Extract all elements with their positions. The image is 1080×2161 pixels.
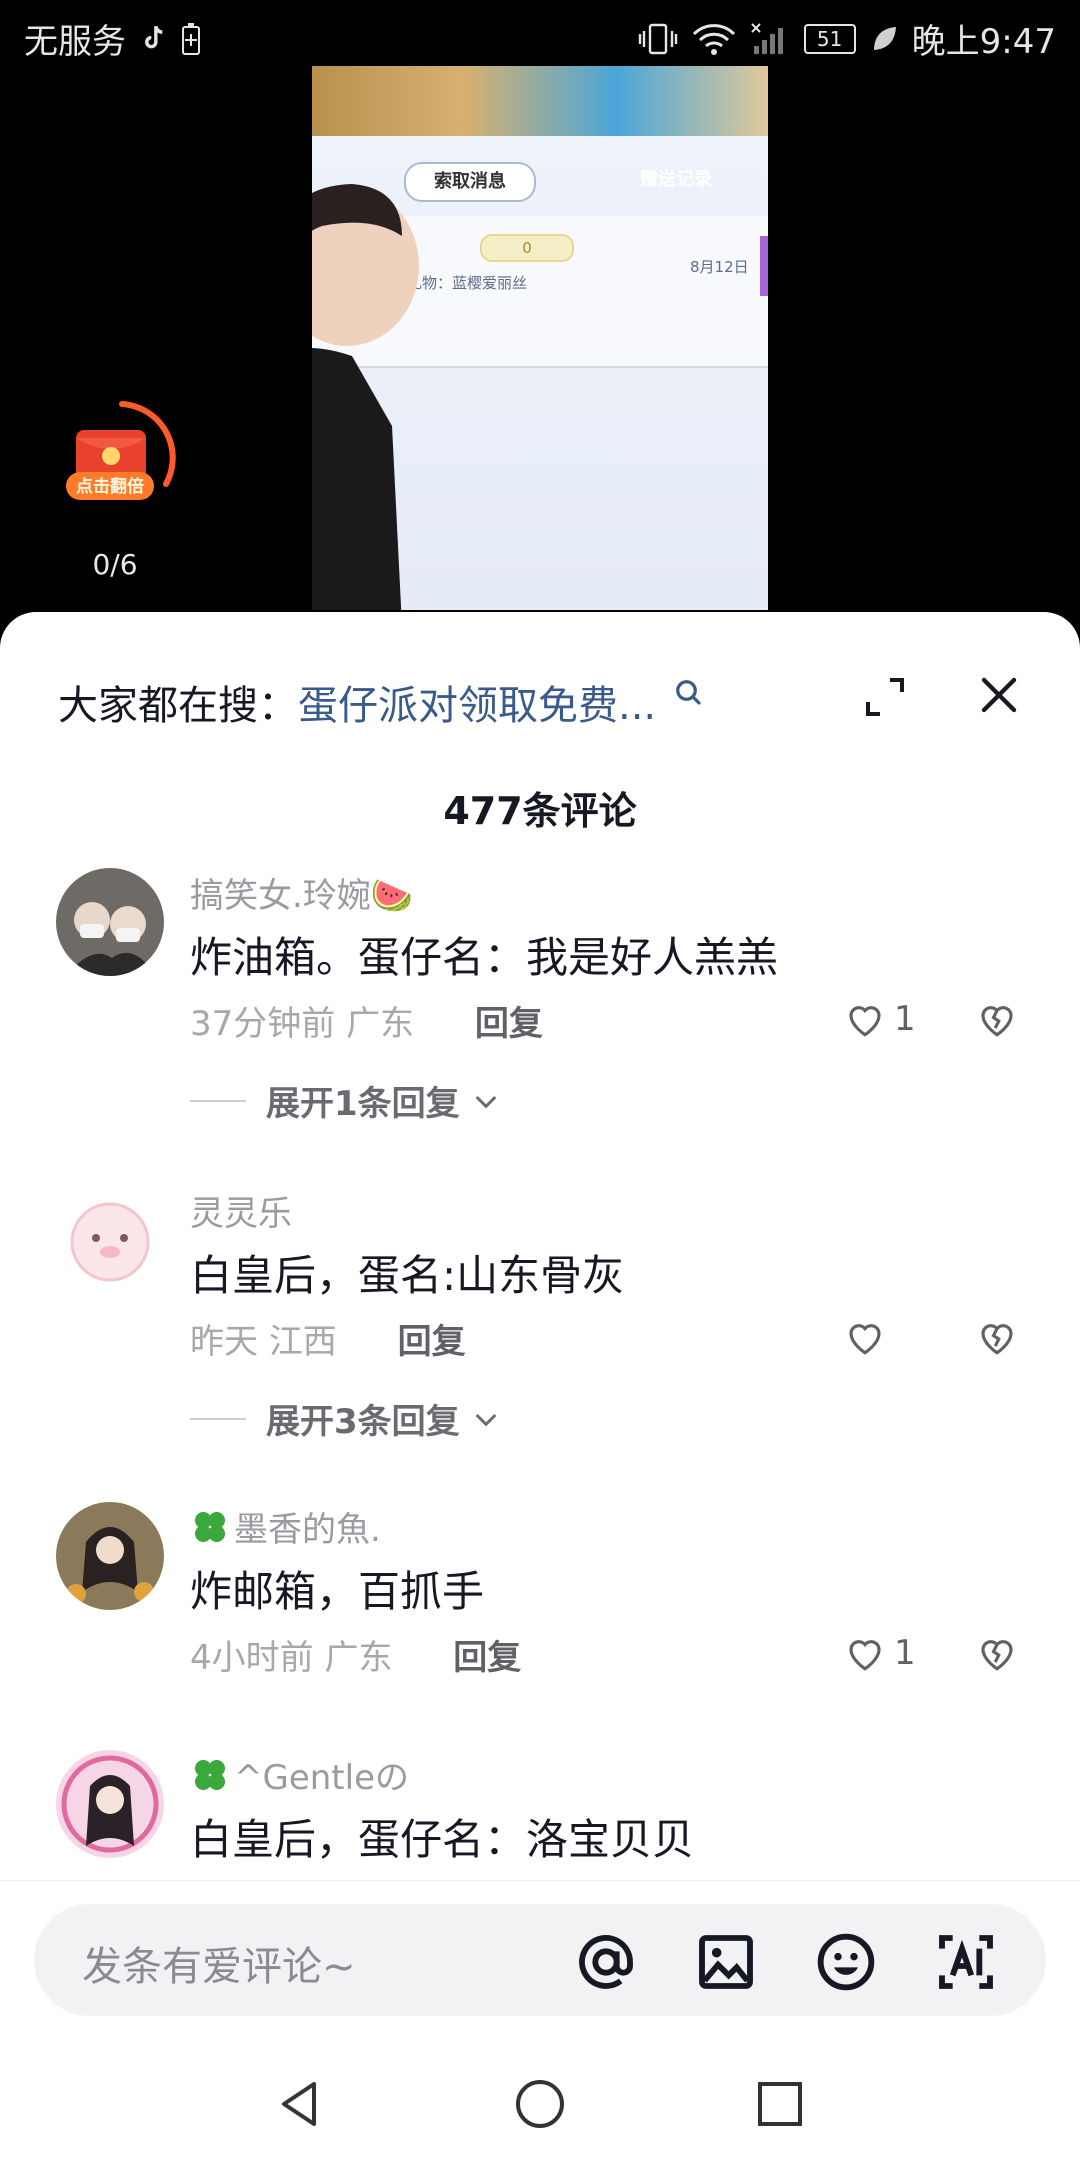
battery-icon: 51	[803, 23, 856, 54]
close-icon[interactable]	[976, 672, 1022, 718]
video-tab-active: 索取消息	[404, 162, 536, 202]
video-coin-pill: 0	[480, 234, 574, 262]
comment-time: 37分钟前	[190, 1004, 336, 1044]
comment-input-placeholder: 发条有爱评论~	[82, 1944, 356, 1990]
comment-text[interactable]: 炸邮箱，百抓手	[190, 1558, 484, 1619]
avatar[interactable]	[56, 1750, 164, 1858]
reply-button[interactable]: 回复	[453, 1638, 521, 1678]
reply-button[interactable]: 回复	[398, 1322, 466, 1362]
at-icon[interactable]	[574, 1930, 638, 1994]
carrier-text: 无服务	[24, 22, 126, 62]
chevron-down-icon	[475, 1413, 497, 1426]
clover-icon	[195, 1760, 225, 1790]
like-button[interactable]: 1	[844, 998, 916, 1040]
battery-saver-icon	[182, 22, 200, 55]
comment-time: 昨天	[190, 1322, 258, 1362]
comment-meta: 37分钟前 广东 回复	[190, 996, 543, 1045]
comment-username[interactable]: ^Gentleの	[190, 1750, 409, 1799]
comment-text[interactable]: 白皇后，蛋名:山东骨灰	[190, 1242, 624, 1303]
vibrate-icon	[638, 23, 677, 54]
video-tab-inactive: 赠送记录	[640, 169, 712, 190]
search-prefix: 大家都在搜：	[58, 683, 298, 729]
comment-username[interactable]: 灵灵乐	[190, 1186, 292, 1235]
video-person-figure	[312, 184, 419, 610]
comment-input[interactable]: 发条有爱评论~	[34, 1904, 1046, 2016]
clover-icon	[195, 1512, 225, 1542]
comment-text[interactable]: 炸油箱。蛋仔名：我是好人羔羔	[190, 924, 778, 985]
reply-button[interactable]: 回复	[475, 1004, 543, 1044]
comment-meta: 昨天 江西 回复	[190, 1314, 466, 1363]
trending-search[interactable]: 大家都在搜： 蛋仔派对领取免费...	[58, 672, 704, 732]
emoji-icon[interactable]	[814, 1930, 878, 1994]
comment-location: 广东	[324, 1638, 393, 1678]
red-envelope-button[interactable]: 点击翻倍	[62, 398, 182, 518]
comment-username[interactable]: 墨香的魚.	[190, 1502, 381, 1551]
video-player[interactable]: 索取消息 赠送记录 0 份礼物：蓝樱爱丽丝 8月12日	[312, 66, 768, 610]
comment-location: 江西	[268, 1322, 337, 1362]
signal-icon	[750, 22, 783, 54]
heart-icon	[849, 1640, 881, 1671]
avatar[interactable]	[56, 1186, 164, 1294]
username-text: ^Gentleの	[234, 1758, 409, 1798]
search-icon[interactable]	[674, 678, 704, 708]
recents-icon[interactable]	[752, 2076, 808, 2132]
video-date: 8月12日	[690, 258, 749, 276]
wifi-icon	[692, 23, 735, 55]
status-bar: 无服务 51 晚上9:47	[0, 0, 1080, 74]
video-purple-tab	[760, 236, 768, 296]
home-icon[interactable]	[512, 2076, 568, 2132]
like-count: 1	[894, 1633, 916, 1673]
expand-replies-label: 展开3条回复	[266, 1402, 460, 1442]
comment-username[interactable]: 搞笑女.玲婉🍉	[190, 868, 413, 917]
comment-time: 4小时前	[190, 1638, 314, 1678]
broken-heart-icon	[981, 1006, 1013, 1037]
comment-text[interactable]: 白皇后，蛋仔名：洛宝贝贝	[190, 1806, 694, 1867]
expand-icon[interactable]	[860, 672, 910, 722]
expand-replies-label: 展开1条回复	[266, 1084, 460, 1124]
heart-icon	[849, 1324, 881, 1355]
clock: 晚上9:47	[911, 22, 1056, 62]
ai-icon[interactable]	[934, 1930, 998, 1994]
like-count: 1	[894, 999, 916, 1039]
leaf-icon	[873, 26, 896, 50]
video-game-banner	[312, 66, 768, 136]
tiktok-icon	[145, 25, 163, 48]
chevron-down-icon	[475, 1095, 497, 1108]
broken-heart-icon	[981, 1640, 1013, 1671]
dislike-button[interactable]	[976, 998, 1018, 1044]
heart-icon	[849, 1006, 881, 1037]
comment-count: 477条评论	[443, 789, 637, 833]
battery-level: 51	[816, 26, 843, 51]
comment-meta: 4小时前 广东 回复	[190, 1630, 521, 1679]
comment-location: 广东	[346, 1004, 415, 1044]
username-text: 墨香的魚.	[234, 1510, 381, 1550]
image-icon[interactable]	[694, 1930, 758, 1994]
envelope-progress: 0/6	[92, 548, 138, 581]
avatar[interactable]	[56, 1502, 164, 1610]
comment-sheet: 大家都在搜： 蛋仔派对领取免费... 477条评论 搞笑女.玲婉🍉 炸油箱。蛋仔…	[0, 612, 1080, 2161]
dislike-button[interactable]	[976, 1316, 1018, 1362]
system-nav-bar	[0, 2032, 1080, 2160]
dislike-button[interactable]	[976, 1632, 1018, 1678]
broken-heart-icon	[981, 1324, 1013, 1355]
envelope-label: 点击翻倍	[76, 476, 144, 497]
divider	[190, 1099, 246, 1102]
avatar[interactable]	[56, 868, 164, 976]
expand-replies-button[interactable]: 展开1条回复	[190, 1076, 502, 1125]
divider	[190, 1417, 246, 1420]
search-query-link[interactable]: 蛋仔派对领取免费...	[298, 673, 656, 731]
like-button[interactable]: 1	[844, 1632, 916, 1674]
back-icon[interactable]	[272, 2076, 328, 2132]
expand-replies-button[interactable]: 展开3条回复	[190, 1394, 502, 1443]
like-button[interactable]	[844, 1316, 894, 1358]
